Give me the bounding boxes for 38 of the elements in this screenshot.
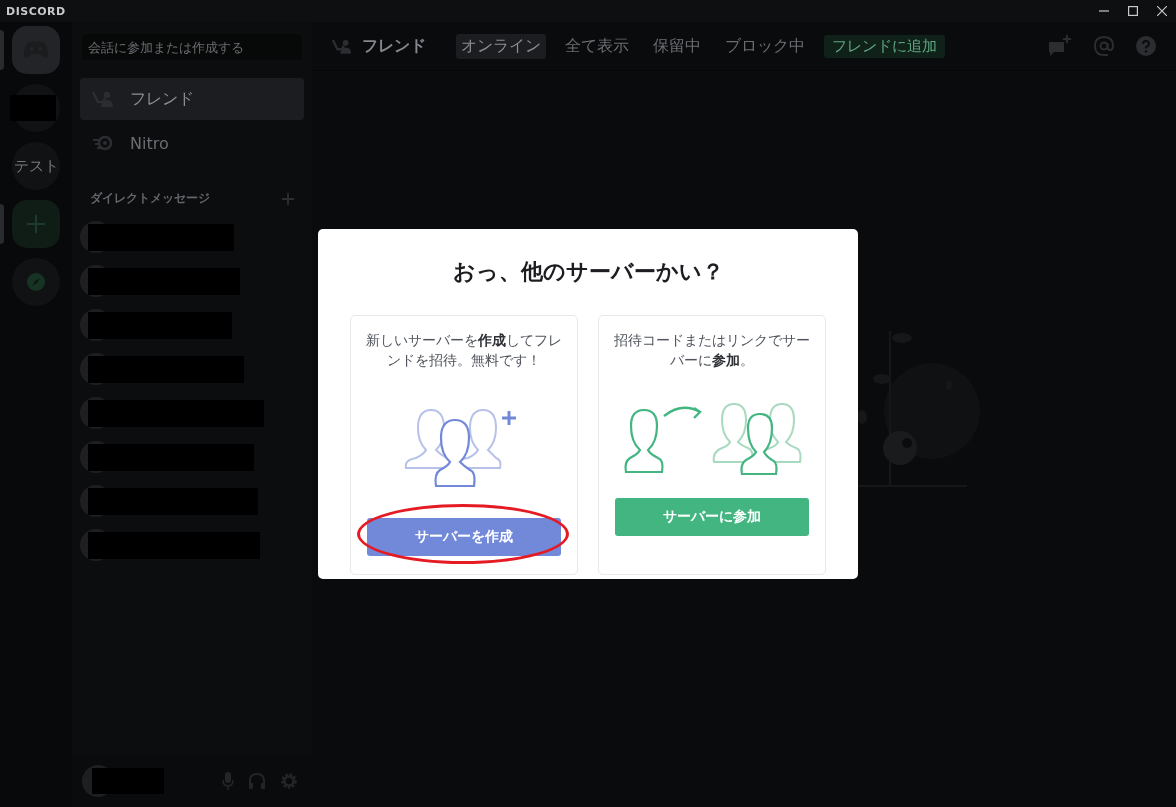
plus-icon[interactable] — [282, 192, 294, 205]
tab[interactable]: 全て表示 — [560, 33, 634, 59]
microphone-icon[interactable] — [222, 772, 234, 790]
tab[interactable]: オンライン — [456, 33, 546, 59]
close-icon[interactable] — [1157, 6, 1167, 16]
help-icon[interactable] — [1136, 36, 1156, 56]
tab[interactable]: 保留中 — [648, 33, 706, 59]
home-button[interactable] — [12, 26, 60, 74]
selection-indicator — [0, 30, 4, 70]
nav-item[interactable]: フレンド — [80, 78, 304, 120]
nav-item[interactable]: Nitro — [80, 122, 304, 164]
option-description: 新しいサーバーを作成してフレンドを招待。無料です！ — [365, 331, 563, 370]
mention-icon[interactable] — [1094, 36, 1114, 56]
nav-label: フレンド — [130, 88, 194, 110]
new-chat-icon[interactable] — [1048, 35, 1072, 57]
compass-icon — [26, 272, 46, 292]
settings-icon[interactable] — [280, 772, 298, 790]
waving-person-icon — [332, 37, 352, 55]
add-server-button[interactable] — [12, 200, 60, 248]
nav-label: Nitro — [130, 133, 169, 153]
option-description: 招待コードまたはリンクでサーバーに参加。 — [613, 331, 811, 370]
maximize-icon[interactable] — [1128, 6, 1138, 16]
page-title: フレンド — [362, 35, 426, 57]
section-heading: ダイレクトメッセージ — [90, 190, 210, 207]
window-title: DISCORD — [6, 4, 66, 18]
plus-icon — [26, 214, 46, 234]
tab[interactable]: ブロック中 — [720, 33, 810, 59]
search-field[interactable]: 会話に参加または作成する — [82, 34, 302, 60]
selection-indicator — [0, 204, 4, 244]
headphones-icon[interactable] — [248, 772, 266, 790]
add-friend-button[interactable]: フレンドに追加 — [824, 34, 945, 58]
explore-button[interactable] — [12, 258, 60, 306]
dialog-title: おっ、他のサーバーかい？ — [451, 258, 725, 286]
nitro-icon — [92, 134, 114, 152]
server-button[interactable]: テスト — [12, 142, 60, 190]
redaction-block — [92, 768, 164, 794]
action-button[interactable]: サーバーに参加 — [615, 498, 809, 536]
action-button[interactable]: サーバーを作成 — [367, 518, 561, 556]
